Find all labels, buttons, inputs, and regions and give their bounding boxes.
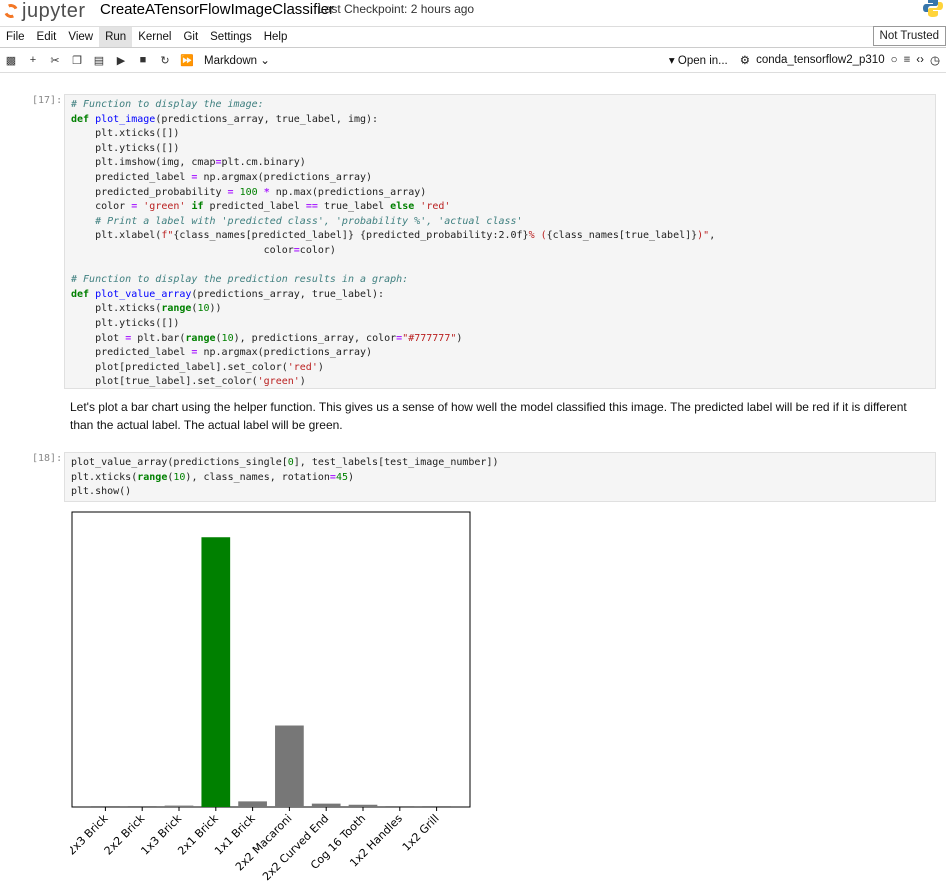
markdown-cell: Let's plot a bar chart using the helper …	[70, 400, 907, 432]
stop-icon[interactable]: ■	[132, 54, 154, 66]
code-editor[interactable]: # Function to display the image: def plo…	[64, 94, 936, 389]
x-tick-label: 1x2 Grill	[400, 812, 442, 854]
menu-settings[interactable]: Settings	[204, 27, 258, 47]
toolbar-right: ▾ Open in... ⚙ conda_tensorflow2_p310 ○ …	[669, 48, 946, 72]
bar-1	[127, 806, 157, 807]
output-chart: 2x3 Brick 2x2 Brick 1x3 Brick 2x1 Brick 1x1 …	[65, 510, 480, 889]
fast-forward-icon[interactable]: ⏩	[176, 54, 198, 67]
notebook-header: jupyter CreateATensorFlowImageClassifier…	[0, 0, 946, 26]
python-kernel-icon	[923, 0, 943, 17]
x-tick-label: 2x2 Curved End	[260, 812, 331, 883]
code-icon[interactable]: ‹›	[916, 54, 924, 66]
cell-type-select[interactable]: Markdown ⌄	[204, 53, 270, 67]
menu-view[interactable]: View	[62, 27, 99, 47]
jupyter-logo[interactable]: jupyter	[2, 0, 86, 22]
menu-edit[interactable]: Edit	[31, 27, 63, 47]
open-in-label: Open in...	[677, 55, 728, 67]
bar-4	[238, 801, 267, 807]
bar-2	[164, 805, 194, 807]
menu-lines-icon[interactable]: ≡	[904, 54, 911, 66]
not-trusted-button[interactable]: Not Trusted	[872, 26, 946, 46]
cell-type-value: Markdown	[204, 55, 258, 67]
copy-icon[interactable]: ❐	[66, 54, 88, 67]
restart-icon[interactable]: ↻	[154, 54, 176, 67]
notebook-title[interactable]: CreateATensorFlowImageClassifier	[100, 1, 334, 18]
code-editor[interactable]: plot_value_array(predictions_single[0], …	[64, 452, 936, 502]
bar-chart: 2x3 Brick2x2 Brick1x3 Brick2x1 Brick1x1 …	[65, 511, 471, 883]
run-icon[interactable]: ▶	[110, 54, 132, 67]
jupyter-logo-icon	[2, 2, 20, 20]
bar-6	[311, 803, 341, 807]
menu-file[interactable]: File	[0, 27, 31, 47]
clock-icon[interactable]: ◷	[930, 53, 940, 67]
bar-8	[385, 806, 415, 807]
bar-3	[201, 537, 231, 807]
kernel-status-icon: ○	[890, 54, 898, 66]
bar-5	[275, 725, 304, 807]
bar-7	[348, 804, 378, 807]
cell-prompt: [17]:	[32, 95, 63, 106]
menu-git[interactable]: Git	[177, 27, 204, 47]
gear-icon[interactable]: ⚙	[740, 53, 750, 67]
open-in-button[interactable]: ▾ Open in...	[669, 53, 734, 67]
menu-bar: File Edit View Run Kernel Git Settings H…	[0, 26, 946, 48]
bar-0	[91, 806, 120, 807]
paste-icon[interactable]: ▤	[88, 54, 110, 67]
bar-9	[422, 806, 451, 807]
save-icon[interactable]: ▩	[0, 54, 22, 67]
cut-icon[interactable]: ✂	[44, 54, 66, 67]
cell-prompt: [18]:	[32, 453, 63, 464]
menu-kernel[interactable]: Kernel	[132, 27, 177, 47]
kernel-name[interactable]: conda_tensorflow2_p310	[756, 54, 885, 66]
logo-text: jupyter	[22, 0, 86, 22]
menu-help[interactable]: Help	[258, 27, 294, 47]
add-cell-icon[interactable]: +	[22, 54, 44, 66]
plot-frame	[71, 511, 471, 808]
checkpoint-status: Last Checkpoint: 2 hours ago	[318, 2, 475, 16]
menu-run[interactable]: Run	[99, 27, 133, 47]
